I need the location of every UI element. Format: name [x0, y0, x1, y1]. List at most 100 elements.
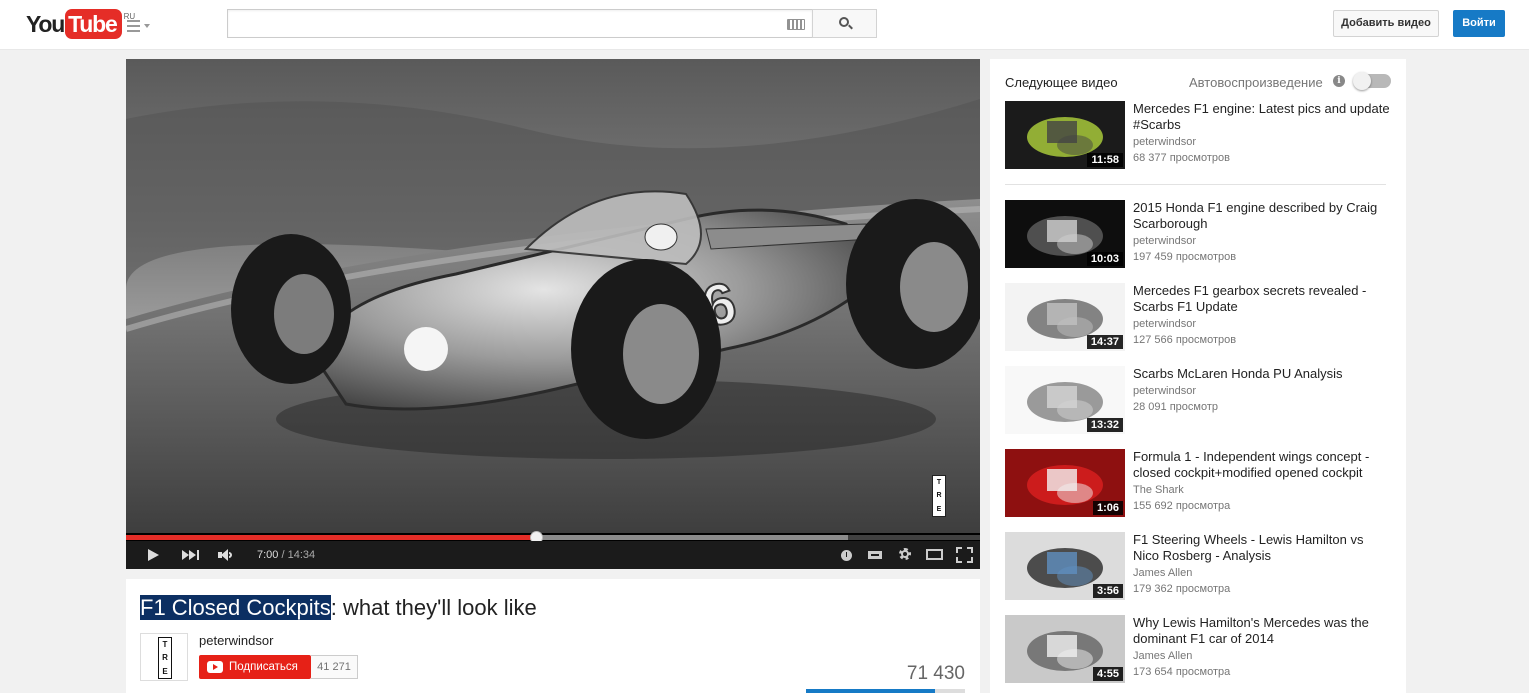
- duration-badge: 11:58: [1087, 153, 1123, 167]
- related-video-views: 28 091 просмотр: [1133, 401, 1218, 413]
- like-dislike-bar: [806, 689, 965, 693]
- search-input[interactable]: [227, 9, 812, 38]
- fullscreen-icon: [956, 547, 962, 553]
- next-button[interactable]: [182, 541, 202, 569]
- related-video-item[interactable]: 4:55 Why Lewis Hamilton's Mercedes was th…: [1005, 615, 1386, 683]
- video-frame[interactable]: 26 T R E: [126, 59, 980, 533]
- caret-down-icon: [144, 24, 150, 28]
- progress-bar[interactable]: [126, 531, 980, 544]
- subscribe-button[interactable]: Подписаться: [199, 655, 311, 679]
- channel-name[interactable]: peterwindsor: [199, 633, 273, 648]
- related-video-views: 155 692 просмотра: [1133, 500, 1231, 512]
- related-video-item[interactable]: 11:58 Mercedes F1 engine: Latest pics and…: [1005, 101, 1390, 169]
- related-video-title[interactable]: Scarbs McLaren Honda PU Analysis: [1133, 366, 1391, 382]
- volume-button[interactable]: [218, 541, 236, 569]
- current-time: 7:00: [257, 549, 279, 561]
- autoplay-toggle[interactable]: [1353, 72, 1391, 90]
- upload-button[interactable]: Добавить видео: [1333, 10, 1439, 37]
- related-video-views: 173 654 просмотра: [1133, 666, 1231, 678]
- related-video-title[interactable]: 2015 Honda F1 engine described by Craig …: [1133, 200, 1391, 232]
- youtube-play-icon: [207, 661, 223, 673]
- related-video-channel[interactable]: The Shark: [1133, 484, 1184, 496]
- fullscreen-icon-corner: [967, 557, 973, 563]
- theater-icon: [926, 549, 943, 560]
- video-thumbnail[interactable]: 14:37: [1005, 283, 1125, 351]
- related-video-title[interactable]: F1 Steering Wheels - Lewis Hamilton vs N…: [1133, 532, 1391, 564]
- video-thumbnail[interactable]: 13:32: [1005, 366, 1125, 434]
- divider: [1005, 184, 1386, 185]
- youtube-play-icon-triangle: [213, 664, 218, 670]
- masthead: You Tube RU Добавить видео Войти: [0, 0, 1529, 50]
- subtitles-button[interactable]: [868, 541, 882, 569]
- duration: 14:34: [287, 549, 316, 561]
- keyboard-icon[interactable]: [787, 19, 805, 30]
- related-video-channel[interactable]: peterwindsor: [1133, 318, 1196, 330]
- related-video-title[interactable]: Formula 1 - Independent wings concept - …: [1133, 449, 1391, 481]
- related-video-item[interactable]: 3:56 F1 Steering Wheels - Lewis Hamilton …: [1005, 532, 1386, 600]
- play-button[interactable]: [126, 541, 176, 569]
- toggle-knob: [1353, 72, 1371, 90]
- related-video-channel[interactable]: James Allen: [1133, 650, 1192, 662]
- related-video-channel[interactable]: peterwindsor: [1133, 385, 1196, 397]
- subscriber-count: 41 271: [311, 655, 358, 679]
- like-bar-fill: [806, 689, 935, 693]
- channel-avatar[interactable]: T R E: [140, 633, 188, 681]
- volume-icon-cone: [221, 549, 228, 561]
- video-title-selected[interactable]: F1 Closed Cockpits: [140, 595, 331, 620]
- related-video-title[interactable]: Why Lewis Hamilton's Mercedes was the do…: [1133, 615, 1391, 647]
- logo-you-text: You: [26, 11, 65, 37]
- related-video-item[interactable]: 10:03 2015 Honda F1 engine described by C…: [1005, 200, 1386, 268]
- duration-badge: 4:55: [1092, 667, 1123, 681]
- search-box: [227, 9, 877, 38]
- duration-badge: 13:32: [1086, 418, 1123, 432]
- subtitles-icon-line: [871, 554, 879, 556]
- related-video-views: 127 566 просмотров: [1133, 334, 1237, 346]
- guide-menu-button[interactable]: [127, 19, 153, 33]
- related-sidebar: Следующее видео Автовоспроизведение i 11…: [990, 59, 1406, 693]
- watermark-letter: R: [936, 492, 942, 500]
- related-video-title[interactable]: Mercedes F1 gearbox secrets revealed - S…: [1133, 283, 1391, 315]
- signin-button[interactable]: Войти: [1453, 10, 1505, 37]
- play-icon: [148, 549, 159, 561]
- volume-icon-wave: [229, 552, 232, 558]
- video-thumbnail[interactable]: 1:06: [1005, 449, 1125, 517]
- video-thumbnail[interactable]: 4:55: [1005, 615, 1125, 683]
- related-video-item[interactable]: 1:06 Formula 1 - Independent wings concep…: [1005, 449, 1386, 517]
- fullscreen-button[interactable]: [955, 541, 975, 569]
- video-thumbnail[interactable]: 11:58: [1005, 101, 1125, 169]
- video-player[interactable]: 26 T R E: [126, 59, 980, 569]
- subscribe-label: Подписаться: [229, 661, 298, 673]
- related-video-item[interactable]: 14:37 Mercedes F1 gearbox secrets reveale…: [1005, 283, 1386, 351]
- next-icon-bar: [197, 550, 199, 560]
- related-video-channel[interactable]: James Allen: [1133, 567, 1192, 579]
- related-video-title[interactable]: Mercedes F1 engine: Latest pics and upda…: [1133, 101, 1391, 133]
- info-icon[interactable]: i: [1333, 75, 1345, 87]
- video-title: F1 Closed Cockpits: what they'll look li…: [140, 595, 537, 621]
- related-video-channel[interactable]: peterwindsor: [1133, 235, 1196, 247]
- watch-later-button[interactable]: [840, 541, 854, 569]
- watermark-letter: E: [936, 505, 942, 513]
- related-video-item[interactable]: 13:32 Scarbs McLaren Honda PU Analysis pet…: [1005, 366, 1386, 434]
- channel-logo-letter: R: [162, 653, 168, 663]
- time-separator: /: [278, 549, 288, 561]
- search-button[interactable]: [812, 9, 877, 38]
- channel-logo: T R E: [158, 637, 172, 679]
- next-icon-part: [189, 550, 196, 560]
- duration-badge: 1:06: [1092, 501, 1123, 515]
- video-thumbnail[interactable]: 10:03: [1005, 200, 1125, 268]
- progress-played: [126, 535, 536, 540]
- video-thumbnail[interactable]: 3:56: [1005, 532, 1125, 600]
- clock-icon-hand: [846, 552, 847, 557]
- duration-badge: 3:56: [1092, 584, 1123, 598]
- settings-button[interactable]: [897, 541, 913, 569]
- autoplay-label: Автовоспроизведение: [1189, 75, 1323, 90]
- theater-mode-button[interactable]: [926, 541, 944, 569]
- related-video-channel[interactable]: peterwindsor: [1133, 136, 1196, 148]
- channel-watermark[interactable]: T R E: [932, 475, 946, 517]
- video-title-rest[interactable]: : what they'll look like: [331, 595, 537, 620]
- channel-logo-letter: T: [162, 640, 168, 650]
- channel-logo-letter: E: [162, 666, 168, 676]
- search-icon-handle: [848, 24, 853, 30]
- related-video-views: 179 362 просмотра: [1133, 583, 1231, 595]
- youtube-logo[interactable]: You Tube RU: [26, 9, 135, 39]
